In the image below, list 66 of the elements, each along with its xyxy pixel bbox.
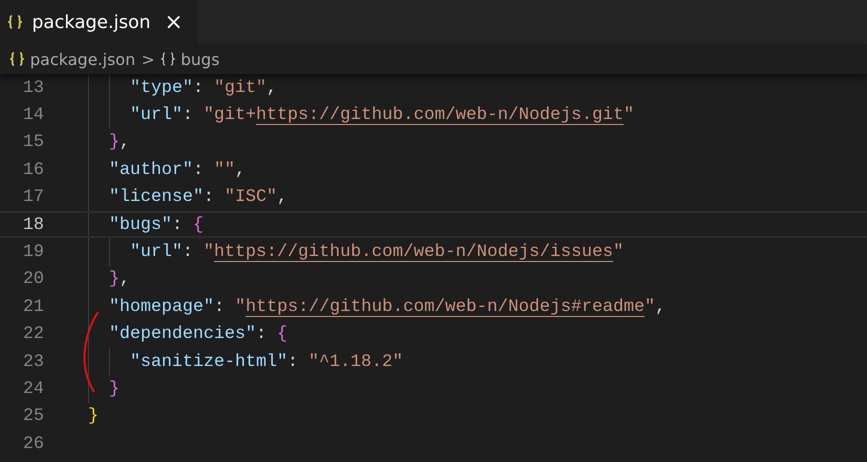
string-value: " — [204, 242, 214, 262]
punctuation: , — [235, 160, 246, 180]
line-number: 20 — [22, 269, 44, 290]
braces-icon — [8, 15, 22, 29]
line-number: 26 — [22, 434, 44, 454]
punctuation: : — [214, 296, 226, 317]
bracket: } — [109, 269, 120, 290]
chevron-icon: > — [141, 50, 155, 68]
bracket: } — [109, 378, 120, 399]
line-number: 19 — [22, 242, 44, 262]
breadcrumb-item[interactable]: bugs — [180, 50, 220, 68]
punctuation: : — [193, 78, 205, 98]
punctuation: : — [256, 324, 268, 344]
string-value: "git" — [214, 78, 267, 98]
braces-icon — [10, 52, 24, 66]
line-number: 13 — [22, 78, 44, 98]
line-number: 21 — [22, 296, 44, 317]
bracket: } — [88, 406, 99, 426]
property-key: "author" — [109, 160, 194, 180]
property-key: "homepage" — [109, 296, 214, 317]
property-key: "type" — [130, 78, 194, 98]
punctuation: , — [277, 187, 288, 208]
close-icon[interactable]: × — [164, 10, 183, 34]
editor-tab[interactable]: package.json × — [0, 0, 197, 44]
string-value: "" — [214, 160, 236, 180]
string-value: "ISC" — [224, 187, 278, 208]
line-number: 17 — [22, 187, 44, 208]
property-key: "url" — [130, 105, 183, 126]
braces-icon — [160, 52, 175, 66]
string-value: " — [644, 296, 656, 317]
property-key: "dependencies" — [109, 324, 256, 344]
punctuation: : — [204, 187, 216, 208]
line-number: 22 — [22, 324, 44, 344]
punctuation: : — [193, 160, 205, 180]
line-number: 23 — [22, 352, 44, 372]
punctuation: , — [266, 78, 278, 98]
string-value: " — [613, 242, 624, 262]
property-key: "bugs" — [109, 214, 172, 235]
bracket: { — [277, 324, 288, 344]
line-number: 18 — [22, 214, 44, 235]
punctuation: , — [120, 269, 130, 290]
url-link[interactable]: https://github.com/web-n/Nodejs#readme — [246, 296, 645, 317]
punctuation: : — [288, 352, 300, 372]
line-number: 24 — [22, 378, 44, 399]
breadcrumb-item[interactable]: package.json — [30, 50, 136, 68]
property-key: "sanitize-html" — [130, 352, 288, 372]
line-number: 15 — [22, 132, 44, 152]
property-key: "license" — [109, 187, 204, 208]
bracket: { — [193, 214, 204, 235]
punctuation: , — [655, 296, 666, 317]
line-number: 16 — [22, 160, 44, 180]
line-number: 25 — [22, 406, 44, 426]
property-key: "url" — [130, 242, 183, 262]
punctuation: : — [182, 105, 194, 126]
string-value: "git+ — [204, 105, 256, 126]
punctuation: : — [182, 242, 194, 262]
url-link[interactable]: https://github.com/web-n/Nodejs/issues — [214, 242, 614, 262]
string-value: "^1.18.2" — [308, 352, 404, 372]
punctuation: , — [120, 132, 130, 152]
string-value: " — [624, 105, 634, 126]
tab-label: package.json — [32, 12, 151, 32]
punctuation: : — [172, 214, 184, 235]
string-value: " — [235, 296, 246, 317]
bracket: } — [109, 132, 120, 152]
line-number: 14 — [22, 105, 44, 126]
url-link[interactable]: https://github.com/web-n/Nodejs.git — [256, 105, 624, 126]
